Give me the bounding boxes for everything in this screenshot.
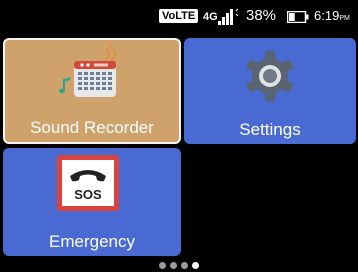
app-label-settings: Settings [239,120,301,139]
page-dot[interactable] [181,262,188,269]
status-bar: VoLTE 4G 38% 6:19PM [0,0,358,36]
clock-ampm: PM [339,15,350,22]
app-label-emergency: Emergency [49,232,135,251]
app-tile-emergency[interactable]: SOS Emergency [3,148,181,256]
app-label-sound-recorder: Sound Recorder [30,118,154,137]
signal-icon [218,8,239,25]
clock-time: 6:19 [314,8,340,23]
gear-icon [246,51,294,101]
app-tile-sound-recorder[interactable]: Sound Recorder [3,38,181,144]
sos-phone-icon: SOS [57,155,119,211]
network-type: 4G [203,11,218,23]
page-dot[interactable] [192,262,199,269]
app-tile-settings[interactable]: Settings [184,38,356,144]
battery-icon [287,11,309,23]
page-dot[interactable] [159,262,166,269]
sound-recorder-icon [59,45,116,97]
clock: 6:19PM [314,8,350,23]
battery-percent: 38% [246,7,277,24]
svg-text:SOS: SOS [74,187,102,202]
page-dot[interactable] [170,262,177,269]
volte-badge: VoLTE [159,9,199,23]
